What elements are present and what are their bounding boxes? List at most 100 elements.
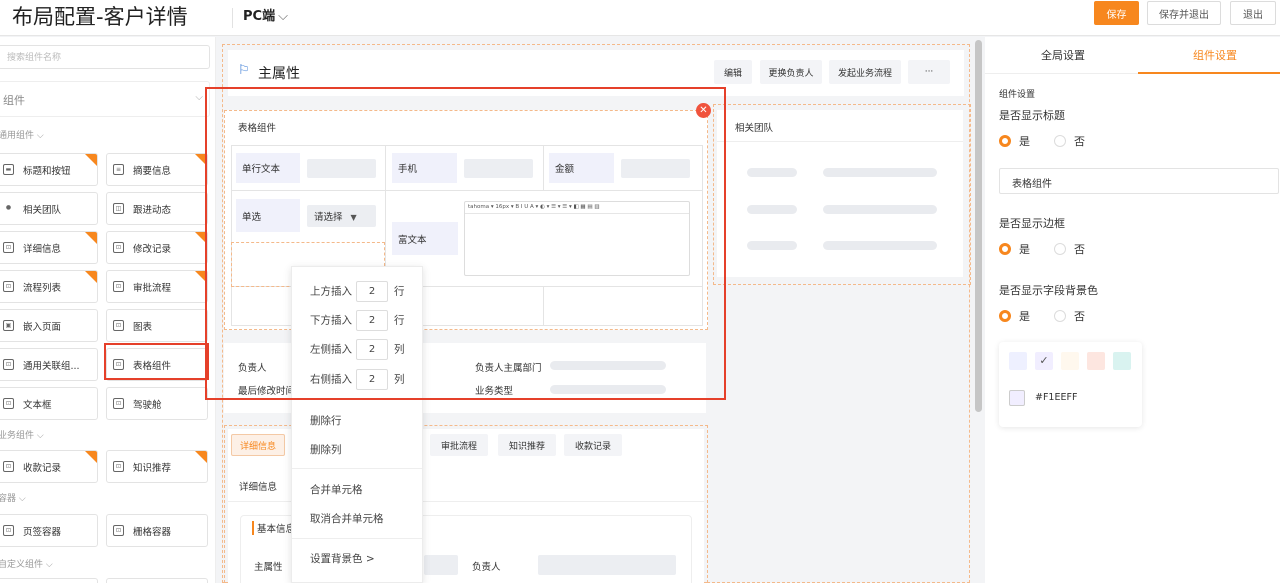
edit-button[interactable]: 编辑 <box>714 60 752 84</box>
insert-right-item[interactable]: 右侧插入 2 列 <box>310 369 405 390</box>
owner-input[interactable] <box>538 555 676 575</box>
insert-above-count[interactable]: 2 <box>356 281 388 302</box>
component-item-text-box[interactable]: ⊡ 文本框 <box>0 387 98 420</box>
exit-button[interactable]: 退出 <box>1230 1 1276 25</box>
component-item-grid-container[interactable]: ⊡ 栅格容器 <box>106 514 208 547</box>
owner-label: 负责人 <box>238 363 267 374</box>
component-item-details[interactable]: ⊡ 详细信息 <box>0 231 98 264</box>
settings-panel: 全局设置 组件设置 组件设置 是否显示标题 是 否 表格组件 是否显示边框 是 … <box>985 37 1280 583</box>
component-item-tab-container[interactable]: ⊡ 页签容器 <box>0 514 98 547</box>
insert-above-item[interactable]: 上方插入 2 行 <box>310 281 405 302</box>
show-title-yes-radio[interactable]: 是 <box>999 133 1030 149</box>
component-item-change-log[interactable]: ⊡ 修改记录 <box>106 231 208 264</box>
category-container[interactable]: 容器 ⌵ <box>0 491 26 504</box>
tab-component-settings[interactable]: 组件设置 <box>1193 47 1237 63</box>
related-team-card[interactable]: 相关团队 <box>717 110 963 277</box>
save-button[interactable]: 保存 <box>1094 1 1139 25</box>
component-item-process-list[interactable]: ⊡ 流程列表 <box>0 270 98 303</box>
component-group-select[interactable]: 组件 ⌵ <box>0 81 210 117</box>
amount-input[interactable] <box>621 159 690 178</box>
rte-toolbar[interactable]: tahoma ▾ 16px ▾ B I U A ▾ ◐ ▾ ☰ ▾ ☰ ▾ ◧ … <box>465 202 689 214</box>
item-label: 标题和按钮 <box>23 165 71 177</box>
insert-left-count[interactable]: 2 <box>356 339 388 360</box>
show-border-yes-radio[interactable]: 是 <box>999 241 1030 257</box>
component-item-summary[interactable]: ≡ 摘要信息 <box>106 153 208 186</box>
color-swatch[interactable] <box>1061 352 1079 370</box>
component-item-embed-page[interactable]: ▣ 嵌入页面 <box>0 309 98 342</box>
placeholder-bar <box>550 361 666 370</box>
device-select[interactable]: PC端 ⌵ <box>243 5 288 24</box>
divider <box>717 141 963 142</box>
text-input[interactable] <box>307 159 376 178</box>
color-swatch[interactable] <box>1009 352 1027 370</box>
show-field-bg-yes-radio[interactable]: 是 <box>999 308 1030 324</box>
insert-left-item[interactable]: 左侧插入 2 列 <box>310 339 405 360</box>
save-exit-button[interactable]: 保存并退出 <box>1147 1 1221 25</box>
radio-label: 是 <box>1019 243 1030 256</box>
active-tab-indicator <box>1138 72 1280 74</box>
phone-input[interactable] <box>464 159 533 178</box>
selected-color-hex[interactable]: #F1EEFF <box>1035 392 1077 403</box>
component-item-payment[interactable]: ⊡ 收款记录 <box>0 450 98 483</box>
tab-global-settings[interactable]: 全局设置 <box>1041 47 1085 63</box>
component-item-follow-up[interactable]: ◫ 跟进动态 <box>106 192 208 225</box>
insert-below-item[interactable]: 下方插入 2 行 <box>310 310 405 331</box>
unmerge-cells-item[interactable]: 取消合并单元格 <box>310 511 384 526</box>
component-item-table[interactable]: ⊡ 表格组件 <box>106 348 208 381</box>
component-item-cockpit[interactable]: ⊡ 驾驶舱 <box>106 387 208 420</box>
category-custom[interactable]: 自定义组件 ⌵ <box>0 557 53 570</box>
component-item-title-buttons[interactable]: ▬ 标题和按钮 <box>0 153 98 186</box>
radio-label: 是 <box>1019 310 1030 323</box>
component-item-chart[interactable]: ⊡ 图表 <box>106 309 208 342</box>
item-label: 跟进动态 <box>133 204 172 216</box>
menu-label: 上方插入 <box>310 285 352 298</box>
unit-label: 列 <box>394 343 405 356</box>
rich-text-editor[interactable]: tahoma ▾ 16px ▾ B I U A ▾ ◐ ▾ ☰ ▾ ☰ ▾ ◧ … <box>464 201 690 276</box>
placeholder-bar <box>747 241 797 250</box>
show-field-bg-no-radio[interactable]: 否 <box>1054 308 1085 324</box>
component-item-general-relation[interactable]: ⊡ 通用关联组... <box>0 348 98 381</box>
color-swatch-selected[interactable]: ✓ <box>1035 352 1053 370</box>
radio-unchecked-icon <box>1054 243 1066 255</box>
primary-input[interactable] <box>424 555 458 575</box>
insert-right-count[interactable]: 2 <box>356 369 388 390</box>
color-swatch[interactable] <box>1087 352 1105 370</box>
title-input[interactable]: 表格组件 <box>999 168 1279 194</box>
close-icon[interactable]: ✕ <box>696 103 711 118</box>
tab-approval[interactable]: 审批流程 <box>430 434 488 456</box>
single-select[interactable]: 请选择 ▼ <box>307 205 376 227</box>
category-general[interactable]: 通用组件 ⌵ <box>0 128 44 141</box>
delete-col-item[interactable]: 删除列 <box>310 442 342 457</box>
merge-cells-item[interactable]: 合并单元格 <box>310 482 363 497</box>
category-business[interactable]: 业务组件 ⌵ <box>0 428 44 441</box>
field-label-text: 单行文本 <box>236 153 300 183</box>
placeholder-bar <box>747 168 797 177</box>
component-item-approval[interactable]: ⊡ 审批流程 <box>106 270 208 303</box>
more-button[interactable]: ··· <box>908 60 950 84</box>
item-label: 详细信息 <box>23 243 62 255</box>
canvas-scrollbar-thumb[interactable] <box>975 40 982 412</box>
color-swatch[interactable] <box>1113 352 1131 370</box>
show-title-no-radio[interactable]: 否 <box>1054 133 1085 149</box>
component-item-custom-1[interactable] <box>0 578 98 583</box>
component-search-input[interactable]: 搜索组件名称 <box>0 45 210 69</box>
tab-payment[interactable]: 收款记录 <box>564 434 622 456</box>
component-item-related-team[interactable]: ● 相关团队 <box>0 192 98 225</box>
main-attributes-card[interactable]: ⚐ 主属性 编辑 更换负责人 发起业务流程 ··· <box>228 50 964 96</box>
component-item-custom-2[interactable] <box>106 578 208 583</box>
delete-row-item[interactable]: 删除行 <box>310 413 342 428</box>
change-owner-button[interactable]: 更换负责人 <box>760 60 822 84</box>
insert-below-count[interactable]: 2 <box>356 310 388 331</box>
tab-details[interactable]: 详细信息 <box>231 434 285 456</box>
table-component-title: 表格组件 <box>238 123 277 134</box>
start-process-button[interactable]: 发起业务流程 <box>829 60 901 84</box>
field-label-amount: 金额 <box>549 153 614 183</box>
show-border-no-radio[interactable]: 否 <box>1054 241 1085 257</box>
menu-divider <box>292 538 422 539</box>
tab-knowledge[interactable]: 知识推荐 <box>498 434 556 456</box>
component-icon: ⊡ <box>3 281 14 292</box>
related-team-title: 相关团队 <box>735 123 774 134</box>
item-label: 表格组件 <box>133 360 172 372</box>
component-item-knowledge[interactable]: ⊡ 知识推荐 <box>106 450 208 483</box>
set-bg-color-item[interactable]: 设置背景色 > <box>310 551 375 566</box>
